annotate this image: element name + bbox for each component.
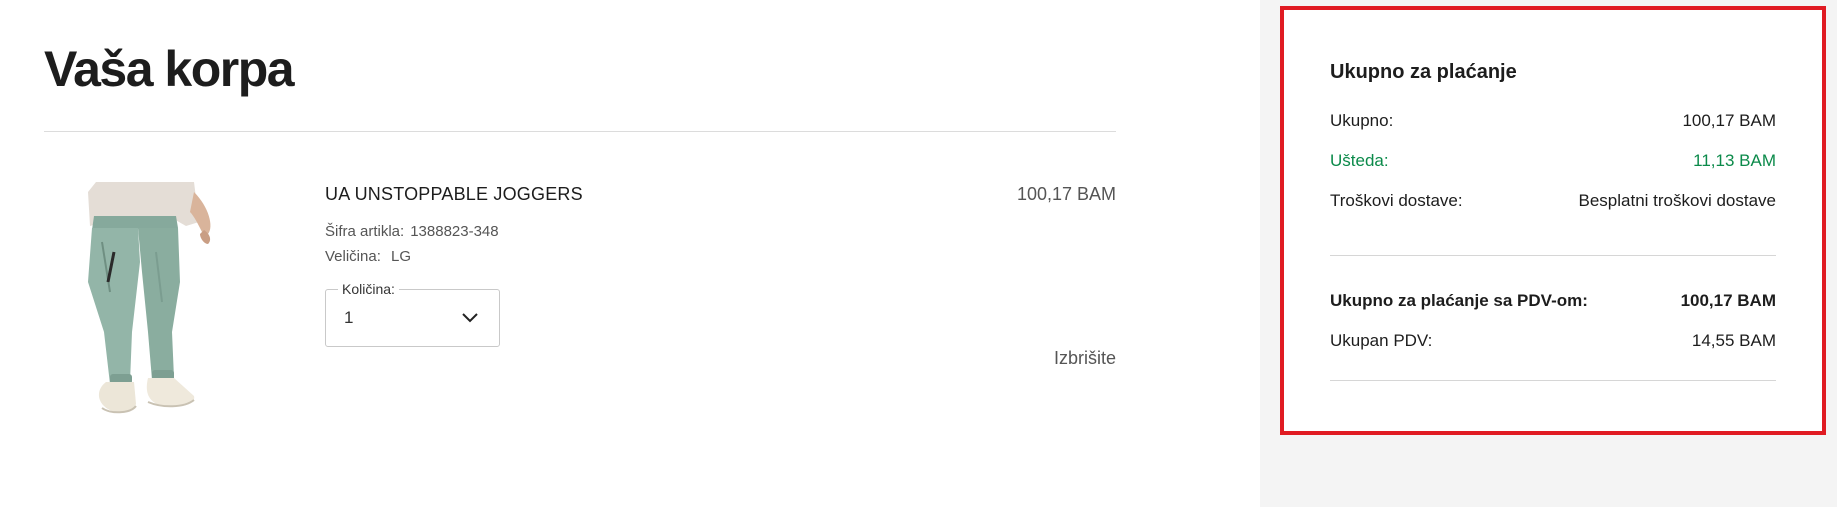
shipping-row: Troškovi dostave: Besplatni troškovi dos… [1330,191,1776,211]
cart-item: UA UNSTOPPABLE JOGGERS Šifra artikla: 138… [44,170,1116,420]
order-summary: Ukupno za plaćanje Ukupno: 100,17 BAM Uš… [1280,6,1826,435]
page-title: Vaša korpa [44,41,295,97]
vat-label: Ukupan PDV: [1330,331,1433,350]
delete-item-link[interactable]: Izbrišite [1054,348,1116,369]
chevron-down-icon [462,313,478,323]
quantity-value: 1 [344,308,354,327]
summary-divider [1330,255,1776,256]
summary-title: Ukupno za plaćanje [1330,61,1517,83]
size-value: LG [391,248,412,265]
item-name[interactable]: UA UNSTOPPABLE JOGGERS [325,184,583,205]
title-divider [44,131,1116,132]
cart-page: Vaša korpa UA UNSTOPPABLE JOGGERS Šifra … [0,0,1837,507]
shipping-value: Besplatni troškovi dostave [1578,191,1777,210]
cart-section: Vaša korpa UA UNSTOPPABLE JOGGERS Šifra … [0,0,1260,507]
savings-label: Ušteda: [1330,151,1389,170]
sku-value: 1388823-348 [410,223,499,240]
shipping-label: Troškovi dostave: [1330,191,1463,210]
vat-row: Ukupan PDV: 14,55 BAM [1330,331,1776,351]
item-price: 100,17 BAM [1016,184,1116,204]
subtotal-row: Ukupno: 100,17 BAM [1330,111,1776,131]
subtotal-label: Ukupno: [1330,111,1394,130]
item-info: UA UNSTOPPABLE JOGGERS Šifra artikla: 138… [325,184,583,347]
subtotal-value: 100,17 BAM [1682,111,1776,130]
item-meta: Šifra artikla: 1388823-348 Veličina: LG [325,219,583,269]
summary-bottom-divider [1330,380,1776,381]
size-label: Veličina: [325,248,381,265]
vat-value: 14,55 BAM [1691,331,1776,350]
savings-value: 11,13 BAM [1693,151,1776,170]
sku-label: Šifra artikla: [325,223,405,240]
total-value: 100,17 BAM [1680,291,1776,310]
quantity-label: Količina: [338,281,399,297]
size-row: Veličina: LG [325,244,583,269]
total-row: Ukupno za plaćanje sa PDV-om: 100,17 BAM [1330,291,1776,311]
total-label: Ukupno za plaćanje sa PDV-om: [1330,291,1588,310]
product-image[interactable] [44,182,234,418]
sku-row: Šifra artikla: 1388823-348 [325,219,583,244]
savings-row: Ušteda: 11,13 BAM [1330,151,1776,171]
quantity-select[interactable]: Količina: 1 [325,281,500,347]
